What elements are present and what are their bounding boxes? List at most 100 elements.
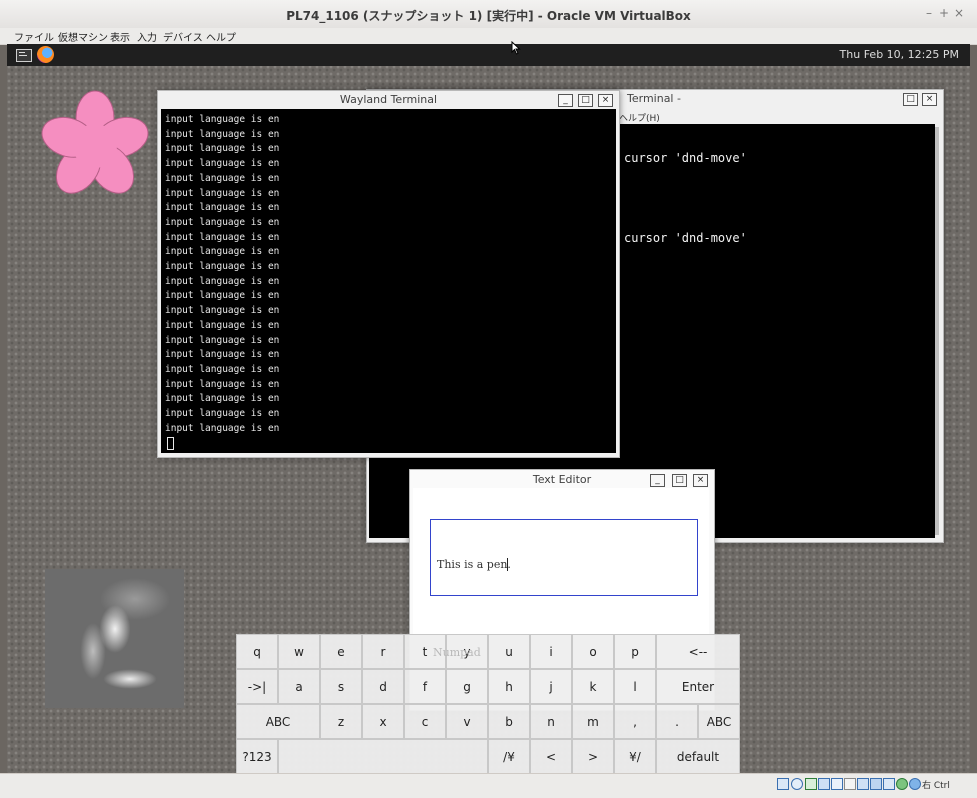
network-icon[interactable]	[818, 778, 830, 790]
numpad-overlay-label: Numpad	[433, 646, 481, 659]
key-d[interactable]: d	[362, 669, 404, 704]
terminal-line: input language is en	[165, 334, 280, 346]
keyboard-capture-icon[interactable]	[909, 778, 921, 790]
menu-help[interactable]: ヘルプ	[206, 29, 236, 44]
key-backspace[interactable]: <--	[656, 634, 740, 669]
key-q[interactable]: q	[236, 634, 278, 669]
maximize-button[interactable]: □	[578, 94, 593, 107]
shared-folders-icon[interactable]	[844, 778, 856, 790]
key-n[interactable]: n	[530, 704, 572, 739]
key-g[interactable]: g	[446, 669, 488, 704]
back-terminal-title: Terminal -	[627, 92, 681, 105]
key-default[interactable]: default	[656, 739, 740, 774]
cpu-icon[interactable]	[883, 778, 895, 790]
terminal-line: input language is en	[165, 275, 280, 287]
scrollbar[interactable]	[935, 127, 939, 535]
terminal-line: input language is en	[165, 114, 280, 125]
close-button[interactable]: ×	[952, 5, 966, 21]
optical-drive-icon[interactable]	[791, 778, 803, 790]
mouse-integration-icon[interactable]	[896, 778, 908, 790]
terminal-line: input language is en	[165, 422, 280, 434]
vbox-statusbar: 右 Ctrl	[0, 773, 977, 798]
key-k[interactable]: k	[572, 669, 614, 704]
key-f[interactable]: f	[404, 669, 446, 704]
key-right-arrow[interactable]: >	[572, 739, 614, 774]
display-icon[interactable]	[857, 778, 869, 790]
maximize-button[interactable]: +	[937, 5, 951, 21]
maximize-button[interactable]: □	[672, 474, 687, 487]
vbox-titlebar: PL74_1106 (スナップショット 1) [実行中] - Oracle VM…	[0, 0, 977, 29]
terminal-line: cursor 'dnd-move'	[624, 151, 747, 165]
terminal-line: input language is en	[165, 128, 280, 140]
text-editor-title: Text Editor	[532, 473, 592, 486]
key-numbers[interactable]: ?123	[236, 739, 278, 774]
maximize-button[interactable]: □	[903, 93, 918, 106]
close-button[interactable]: ×	[693, 474, 708, 487]
menu-view[interactable]: 表示	[110, 29, 130, 44]
text-entry[interactable]: This is a pen.	[430, 519, 698, 596]
key-yen-slash[interactable]: ¥/	[614, 739, 656, 774]
key-a[interactable]: a	[278, 669, 320, 704]
key-w[interactable]: w	[278, 634, 320, 669]
close-button[interactable]: ×	[922, 93, 937, 106]
text-cursor	[167, 437, 174, 450]
minimize-button[interactable]: _	[558, 94, 573, 107]
terminal-line: input language is en	[165, 246, 280, 258]
close-button[interactable]: ×	[598, 94, 613, 107]
flower-icon	[41, 90, 149, 194]
recording-icon[interactable]	[870, 778, 882, 790]
key-left-arrow[interactable]: <	[530, 739, 572, 774]
key-r[interactable]: r	[362, 634, 404, 669]
key-abc-left[interactable]: ABC	[236, 704, 320, 739]
key-h[interactable]: h	[488, 669, 530, 704]
key-comma[interactable]: ,	[614, 704, 656, 739]
terminal-line: input language is en	[165, 305, 280, 317]
key-j[interactable]: j	[530, 669, 572, 704]
menu-machine[interactable]: 仮想マシン	[58, 29, 108, 44]
menu-file[interactable]: ファイル	[14, 29, 54, 44]
key-s[interactable]: s	[320, 669, 362, 704]
minimize-button[interactable]: _	[650, 474, 665, 487]
key-c[interactable]: c	[404, 704, 446, 739]
terminal-launcher-icon[interactable]	[16, 49, 32, 62]
key-p[interactable]: p	[614, 634, 656, 669]
usb-icon[interactable]	[831, 778, 843, 790]
menu-devices[interactable]: デバイス	[163, 29, 203, 44]
hard-disk-icon[interactable]	[777, 778, 789, 790]
key-z[interactable]: z	[320, 704, 362, 739]
key-e[interactable]: e	[320, 634, 362, 669]
key-o[interactable]: o	[572, 634, 614, 669]
key-l[interactable]: l	[614, 669, 656, 704]
terminal-line: input language is en	[165, 363, 280, 375]
terminal-line: input language is en	[165, 216, 280, 228]
menu-input[interactable]: 入力	[137, 29, 157, 44]
editor-content: This is a pen.	[437, 558, 511, 571]
terminal-line: input language is en	[165, 231, 280, 243]
back-terminal-menu-help[interactable]: ヘルプ(H)	[619, 111, 660, 124]
key-u[interactable]: u	[488, 634, 530, 669]
terminal-line: input language is en	[165, 187, 280, 199]
key-space[interactable]	[278, 739, 488, 774]
window-title: PL74_1106 (スナップショット 1) [実行中] - Oracle VM…	[286, 9, 691, 23]
smoke-image	[45, 569, 184, 708]
key-v[interactable]: v	[446, 704, 488, 739]
wayland-terminal-window[interactable]: Wayland Terminal _ □ × input language is…	[157, 90, 620, 458]
terminal-line: input language is en	[165, 393, 280, 405]
key-m[interactable]: m	[572, 704, 614, 739]
terminal-line: input language is en	[165, 172, 280, 184]
key-x[interactable]: x	[362, 704, 404, 739]
audio-icon[interactable]	[805, 778, 817, 790]
terminal-screen[interactable]: input language is en input language is e…	[161, 109, 616, 453]
wayland-terminal-title: Wayland Terminal	[339, 93, 438, 106]
terminal-line: input language is en	[165, 202, 280, 214]
key-b[interactable]: b	[488, 704, 530, 739]
key-abc-right[interactable]: ABC	[698, 704, 740, 739]
key-enter[interactable]: Enter	[656, 669, 740, 704]
key-i[interactable]: i	[530, 634, 572, 669]
browser-launcher-icon[interactable]	[37, 46, 54, 63]
key-tab[interactable]: ->|	[236, 669, 278, 704]
key-slash-yen[interactable]: /¥	[488, 739, 530, 774]
minimize-button[interactable]: –	[922, 5, 936, 21]
terminal-line: input language is en	[165, 261, 280, 273]
key-period[interactable]: .	[656, 704, 698, 739]
